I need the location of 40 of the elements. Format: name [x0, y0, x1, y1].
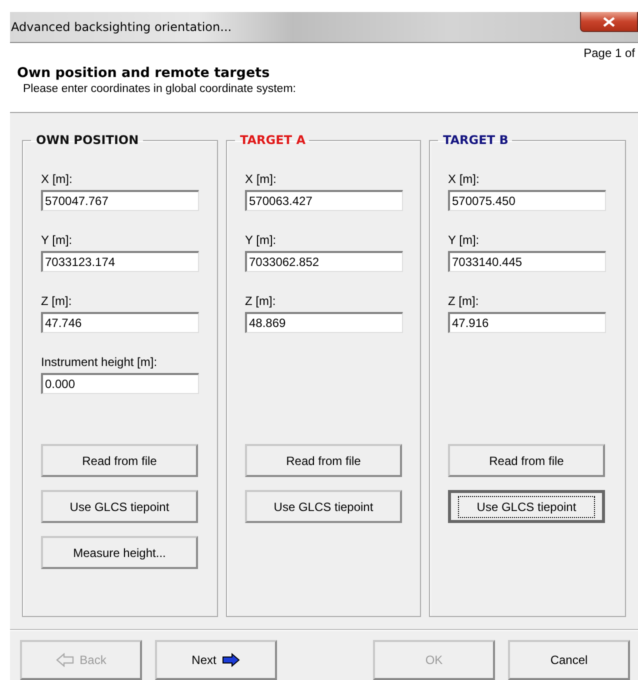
dialog-button[interactable]: Read from file: [245, 444, 402, 477]
input-field[interactable]: 0.000: [41, 373, 199, 394]
input-field[interactable]: 47.746: [41, 312, 199, 333]
dialog-button[interactable]: Use GLCS tiepoint: [41, 490, 198, 523]
input-field[interactable]: 570063.427: [245, 190, 403, 211]
dialog-button[interactable]: Measure height...: [41, 536, 198, 569]
field-label: Y [m]:: [448, 233, 480, 247]
dialog-button[interactable]: Cancel: [508, 640, 630, 680]
field-label: Z [m]:: [448, 294, 480, 308]
input-field[interactable]: 7033140.445: [448, 251, 606, 272]
instruction-text: Please enter coordinates in global coordinate system:: [22, 82, 297, 95]
dialog-button[interactable]: Use GLCS tiepoint: [245, 490, 402, 523]
input-field[interactable]: 48.869: [245, 312, 403, 333]
field-label: Y [m]:: [245, 233, 278, 247]
field-label: X [m]:: [245, 172, 278, 186]
left-arrow-icon: [56, 653, 74, 667]
field-label: X [m]:: [448, 172, 480, 186]
next-button[interactable]: Next: [155, 640, 277, 680]
right-arrow-icon: [222, 653, 240, 667]
page-indicator: Page 1 of: [584, 46, 635, 60]
dialog-button[interactable]: Read from file: [448, 444, 605, 477]
panel-title: TARGET B: [442, 133, 510, 147]
panel-title: OWN POSITION: [35, 133, 140, 147]
heading: Own position and remote targets: [16, 64, 270, 81]
dialog-button[interactable]: Use GLCS tiepoint: [448, 490, 605, 523]
window-title: Advanced backsighting orientation...: [10, 20, 232, 34]
field-label: Z [m]:: [245, 294, 277, 308]
input-field[interactable]: 570075.450: [448, 190, 606, 211]
field-label: Y [m]:: [41, 233, 74, 247]
input-field[interactable]: 47.916: [448, 312, 606, 333]
dialog-button[interactable]: Read from file: [41, 444, 198, 477]
input-field[interactable]: 570047.767: [41, 190, 199, 211]
input-field[interactable]: 7033123.174: [41, 251, 199, 272]
close-button[interactable]: [580, 12, 638, 32]
input-field[interactable]: 7033062.852: [245, 251, 403, 272]
panel-title: TARGET A: [239, 133, 306, 147]
close-icon: [603, 16, 615, 26]
field-label: Z [m]:: [41, 294, 73, 308]
field-label: X [m]:: [41, 172, 74, 186]
field-label: Instrument height [m]:: [41, 355, 158, 369]
